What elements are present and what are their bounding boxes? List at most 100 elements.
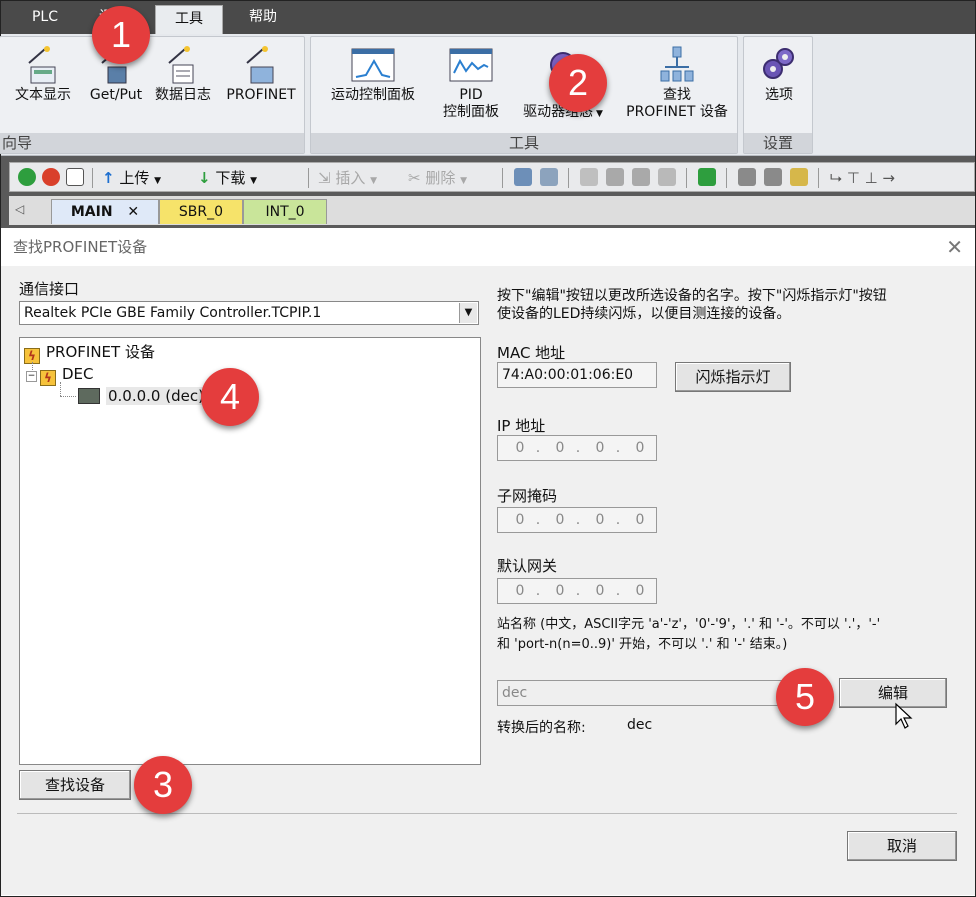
menu-plc[interactable]: PLC xyxy=(15,1,75,34)
text-display-label: 文本显示 xyxy=(15,87,71,103)
upload-button[interactable]: ↑ 上传 ▼ xyxy=(102,167,161,189)
find-profinet-line2: PROFINET 设备 xyxy=(626,104,728,120)
ip-label: IP 地址 xyxy=(497,417,546,435)
left-icon[interactable] xyxy=(606,168,624,186)
box-icon[interactable] xyxy=(580,168,598,186)
key-icon[interactable] xyxy=(790,168,808,186)
find-profinet-button[interactable]: 查找 PROFINET 设备 xyxy=(619,45,735,121)
dialog-title: 查找PROFINET设备 xyxy=(1,228,975,266)
ip-seg: 0 xyxy=(595,440,605,456)
delete-button[interactable]: ✂ 删除 ▼ xyxy=(408,167,467,189)
insert-button[interactable]: ⇲ 插入 ▼ xyxy=(318,167,377,189)
line-tools[interactable]: ⮡ ⊤ ⊥ → xyxy=(830,167,895,189)
comm-interface-value: Realtek PCIe GBE Family Controller.TCPIP… xyxy=(24,305,322,321)
clock-icon[interactable] xyxy=(658,168,676,186)
ribbon-group-settings: 选项 设置 xyxy=(743,36,813,154)
callout-badge-2: 2 xyxy=(549,54,607,112)
instructions-text: 按下"编辑"按钮以更改所选设备的名字。按下"闪烁指示灯"按钮 使设备的LED持续… xyxy=(497,287,957,323)
ip-seg: 0 xyxy=(555,583,565,599)
callout-badge-3: 3 xyxy=(134,756,192,814)
ip-address-field[interactable]: 0. 0. 0. 0 xyxy=(497,435,657,461)
program-tabs: ◁ MAIN ✕ SBR_0 INT_0 xyxy=(9,196,975,225)
compile-icon[interactable] xyxy=(66,168,84,186)
download-button[interactable]: ↓ 下载 ▼ xyxy=(198,167,257,189)
stop-icon[interactable] xyxy=(42,168,60,186)
cancel-button[interactable]: 取消 xyxy=(847,831,957,861)
close-tab-icon[interactable]: ✕ xyxy=(127,204,139,220)
tree-dec-label: DEC xyxy=(62,365,94,383)
options-button[interactable]: 选项 xyxy=(748,45,810,104)
ip-dot: . xyxy=(615,583,621,599)
toolbar-separator xyxy=(568,168,569,188)
comm-interface-select[interactable]: Realtek PCIe GBE Family Controller.TCPIP… xyxy=(19,301,479,325)
tree-root[interactable]: ϟ PROFINET 设备 xyxy=(24,342,155,364)
delete-label: 删除 xyxy=(425,169,456,187)
blink-led-button[interactable]: 闪烁指示灯 xyxy=(675,362,791,392)
unlock-icon[interactable] xyxy=(764,168,782,186)
ip-seg: 0 xyxy=(515,440,525,456)
options-label: 选项 xyxy=(765,87,793,103)
subnet-mask-field[interactable]: 0. 0. 0. 0 xyxy=(497,507,657,533)
ip-dot: . xyxy=(535,440,541,456)
lock-icon[interactable] xyxy=(738,168,756,186)
mac-field: 74:A0:00:01:06:E0 xyxy=(497,362,657,388)
toolbar-separator xyxy=(502,168,503,188)
toolbar-separator xyxy=(818,168,819,188)
close-icon[interactable]: ✕ xyxy=(946,235,963,259)
pid-panel-button[interactable]: PID 控制面板 xyxy=(431,45,511,121)
wand-profinet-icon xyxy=(246,46,274,84)
chevron-down-icon: ▼ xyxy=(460,176,468,186)
ip-dot: . xyxy=(575,512,581,528)
tab-main-label: MAIN xyxy=(70,204,113,220)
gateway-label: 默认网关 xyxy=(497,557,558,575)
tree-root-label: PROFINET 设备 xyxy=(46,343,155,361)
tab-main[interactable]: MAIN ✕ xyxy=(51,199,159,224)
compare-icon[interactable] xyxy=(540,168,558,186)
data-log-button[interactable]: 数据日志 xyxy=(146,45,220,104)
mac-label: MAC 地址 xyxy=(497,344,566,362)
ip-seg: 0 xyxy=(635,440,645,456)
find-devices-button[interactable]: 查找设备 xyxy=(19,770,131,800)
station-name-input[interactable]: dec xyxy=(497,680,787,706)
go-icon[interactable] xyxy=(698,168,716,186)
ip-dot: . xyxy=(615,440,621,456)
tab-sbr0[interactable]: SBR_0 xyxy=(159,199,243,224)
insert-icon: ⇲ xyxy=(318,169,331,187)
gears-options-icon xyxy=(763,48,794,79)
wand-display-icon xyxy=(28,46,56,84)
get-put-label: Get/Put xyxy=(89,87,143,103)
toolbar-separator xyxy=(686,168,687,188)
motion-control-panel-button[interactable]: 运动控制面板 xyxy=(315,45,431,104)
menu-tools[interactable]: 工具 xyxy=(155,5,223,34)
network-icon[interactable] xyxy=(514,168,532,186)
wand-datalog-icon xyxy=(168,46,194,84)
network-tree-icon xyxy=(660,46,694,82)
gateway-field[interactable]: 0. 0. 0. 0 xyxy=(497,578,657,604)
tree-node-device[interactable]: 0.0.0.0 (dec) xyxy=(78,386,206,406)
profinet-wizard-button[interactable]: PROFINET xyxy=(224,45,298,104)
subnet-label: 子网掩码 xyxy=(497,487,558,505)
device-module-icon xyxy=(78,388,100,404)
text-display-button[interactable]: 文本显示 xyxy=(6,45,80,104)
profinet-wizard-label: PROFINET xyxy=(226,87,296,103)
dialog-title-text: 查找PROFINET设备 xyxy=(13,238,148,256)
data-log-label: 数据日志 xyxy=(155,87,211,103)
tab-scroll-left-icon[interactable]: ◁ xyxy=(15,202,24,216)
chevron-down-icon[interactable]: ▼ xyxy=(459,303,477,323)
collapse-icon[interactable]: − xyxy=(26,371,37,382)
run-icon[interactable] xyxy=(18,168,36,186)
callout-badge-1: 1 xyxy=(92,6,150,64)
edit-button[interactable]: 编辑 xyxy=(839,678,947,708)
menu-help[interactable]: 帮助 xyxy=(233,1,293,34)
pid-label-line2: 控制面板 xyxy=(443,104,499,120)
motion-panel-label: 运动控制面板 xyxy=(331,87,415,103)
right-icon[interactable] xyxy=(632,168,650,186)
ribbon-group-wizards: 文本显示 Get/Put 数据日志 PROFINET 向导 xyxy=(0,36,305,154)
station-note-line2: 和 'port-n(n=0..9)' 开始，不可以 '.' 和 '-' 结束。) xyxy=(497,637,788,652)
tab-int0[interactable]: INT_0 xyxy=(243,199,327,224)
editor-toolbar: ↑ 上传 ▼ ↓ 下载 ▼ ⇲ 插入 ▼ ✂ 删除 ▼ ⮡ ⊤ ⊥ → xyxy=(9,162,975,192)
ip-dot: . xyxy=(535,512,541,528)
toolbar-separator xyxy=(308,168,309,188)
upload-label: 上传 xyxy=(119,169,150,187)
ip-seg: 0 xyxy=(555,512,565,528)
